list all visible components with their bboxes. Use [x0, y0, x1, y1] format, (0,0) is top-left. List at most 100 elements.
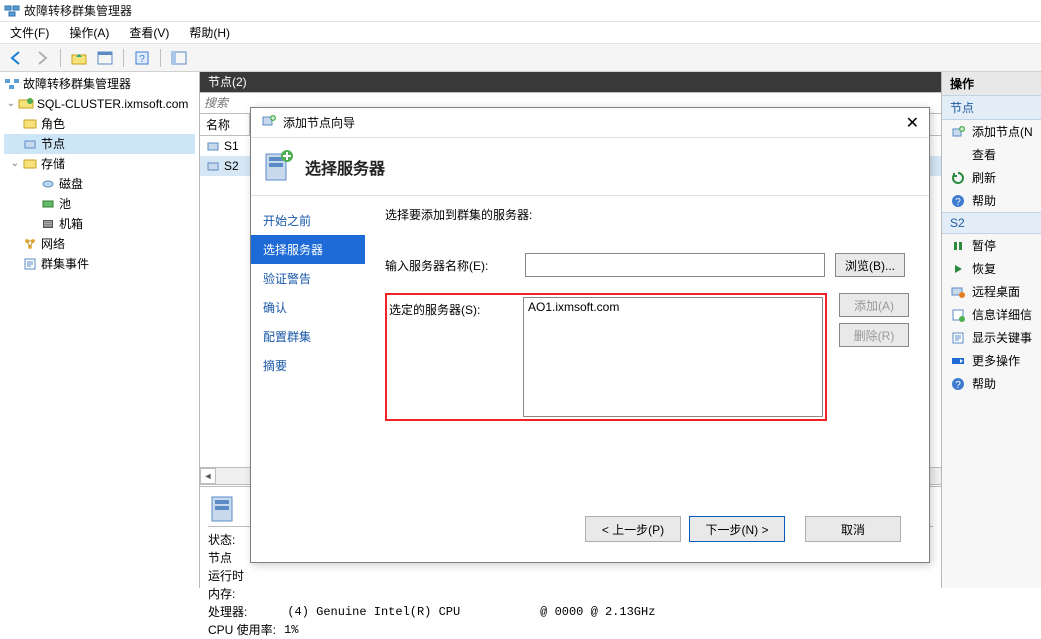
tree-storage-label: 存储	[41, 155, 65, 173]
separator	[123, 49, 124, 67]
action-info-detail[interactable]: 信息详细信	[942, 303, 1041, 326]
server-large-icon	[208, 495, 236, 523]
wizard-content: 选择要添加到群集的服务器: 输入服务器名称(E): 浏览(B)... 选定的服务…	[365, 196, 929, 496]
menu-view[interactable]: 查看(V)	[125, 22, 173, 43]
step-select-server[interactable]: 选择服务器	[251, 235, 365, 264]
browse-button[interactable]: 浏览(B)...	[835, 253, 905, 277]
cluster-icon	[18, 96, 34, 112]
step-confirm[interactable]: 确认	[251, 293, 365, 322]
action-refresh[interactable]: 刷新	[942, 166, 1041, 189]
enclosure-icon	[40, 216, 56, 232]
tree-root[interactable]: 故障转移群集管理器	[4, 74, 195, 94]
menu-file[interactable]: 文件(F)	[6, 22, 53, 43]
next-button[interactable]: 下一步(N) >	[689, 516, 785, 542]
svg-text:?: ?	[139, 54, 145, 65]
server-name-input[interactable]	[525, 253, 825, 277]
tree-disks[interactable]: 磁盘	[4, 174, 195, 194]
tree-cluster[interactable]: ⌄ SQL-CLUSTER.ixmsoft.com	[4, 94, 195, 114]
storage-icon	[22, 156, 38, 172]
tree-networks[interactable]: 网络	[4, 234, 195, 254]
add-button: 添加(A)	[839, 293, 909, 317]
help-icon: ?	[950, 376, 966, 392]
step-config[interactable]: 配置群集	[251, 322, 365, 351]
actions-title: 操作	[942, 72, 1041, 95]
tree-roles-label: 角色	[41, 115, 65, 133]
action-help2[interactable]: ? 帮助	[942, 372, 1041, 395]
selected-server-item[interactable]: AO1.ixmsoft.com	[528, 300, 818, 314]
server-name-row: 输入服务器名称(E): 浏览(B)...	[385, 253, 909, 283]
detail-memory: 内存:	[208, 585, 933, 603]
tree-nodes[interactable]: 节点	[4, 134, 195, 154]
pool-icon	[40, 196, 56, 212]
add-node-wizard-dialog: 添加节点向导 ✕ 选择服务器 开始之前 选择服务器 验证警告 确认 配置群集 摘…	[250, 107, 930, 563]
disk-icon	[40, 176, 56, 192]
back-button[interactable]: < 上一步(P)	[585, 516, 681, 542]
tree-storage[interactable]: ⌄ 存储	[4, 154, 195, 174]
menu-help[interactable]: 帮助(H)	[185, 22, 234, 43]
nodes-header: 节点(2)	[200, 72, 941, 92]
menu-action[interactable]: 操作(A)	[65, 22, 113, 43]
wizard-banner-title: 选择服务器	[305, 155, 385, 179]
tree-pools-label: 池	[59, 195, 71, 213]
wizard-footer: < 上一步(P) 下一步(N) > 取消	[251, 496, 929, 562]
wizard-body: 开始之前 选择服务器 验证警告 确认 配置群集 摘要 选择要添加到群集的服务器:…	[251, 196, 929, 496]
action-pause[interactable]: 暂停	[942, 234, 1041, 257]
detail-cpu: 处理器: (4) Genuine Intel(R) CPU @ 0000 @ 2…	[208, 603, 933, 621]
events-icon	[22, 256, 38, 272]
action-label: 恢复	[972, 260, 996, 277]
remote-desktop-icon	[950, 284, 966, 300]
remove-button: 删除(R)	[839, 323, 909, 347]
tree-roles[interactable]: 角色	[4, 114, 195, 134]
tree-pools[interactable]: 池	[4, 194, 195, 214]
step-validate[interactable]: 验证警告	[251, 264, 365, 293]
separator	[60, 49, 61, 67]
selected-servers-list[interactable]: AO1.ixmsoft.com	[523, 297, 823, 417]
action-resume[interactable]: 恢复	[942, 257, 1041, 280]
folder-up-icon[interactable]	[69, 48, 89, 68]
server-icon	[206, 159, 220, 173]
node-name: S2	[224, 159, 239, 173]
actions-section-s2: S2	[942, 212, 1041, 234]
separator	[160, 49, 161, 67]
help-icon[interactable]: ?	[132, 48, 152, 68]
tree-root-label: 故障转移群集管理器	[23, 75, 131, 93]
tree-enclosure-label: 机箱	[59, 215, 83, 233]
nodes-search-input[interactable]	[200, 94, 250, 112]
refresh-icon	[950, 170, 966, 186]
events-icon	[950, 330, 966, 346]
scroll-left-icon[interactable]: ◄	[200, 468, 216, 484]
expand-toggle[interactable]: ⌄	[8, 155, 22, 173]
tree-enclosure[interactable]: 机箱	[4, 214, 195, 234]
tree-disks-label: 磁盘	[59, 175, 83, 193]
action-label: 刷新	[972, 169, 996, 186]
action-help[interactable]: ? 帮助	[942, 189, 1041, 212]
detail-runtime: 运行时	[208, 567, 933, 585]
wizard-steps: 开始之前 选择服务器 验证警告 确认 配置群集 摘要	[251, 196, 365, 496]
action-critical-events[interactable]: 显示关键事	[942, 326, 1041, 349]
tree-events[interactable]: 群集事件	[4, 254, 195, 274]
expand-toggle[interactable]: ⌄	[4, 95, 18, 113]
back-icon[interactable]	[6, 48, 26, 68]
tree-nodes-label: 节点	[41, 135, 65, 153]
action-label: 显示关键事	[972, 329, 1032, 346]
action-add-node[interactable]: 添加节点(N	[942, 120, 1041, 143]
action-more[interactable]: 更多操作	[942, 349, 1041, 372]
server-name-label: 输入服务器名称(E):	[385, 253, 525, 274]
node-name: S1	[224, 139, 239, 153]
roles-icon	[22, 116, 38, 132]
select-server-icon	[261, 147, 295, 187]
col-name[interactable]: 名称	[200, 114, 250, 135]
cancel-button[interactable]: 取消	[805, 516, 901, 542]
forward-icon[interactable]	[32, 48, 52, 68]
panel-icon[interactable]	[95, 48, 115, 68]
close-icon[interactable]: ✕	[906, 113, 919, 133]
properties-icon[interactable]	[169, 48, 189, 68]
action-remote-desktop[interactable]: 远程桌面	[942, 280, 1041, 303]
step-summary[interactable]: 摘要	[251, 351, 365, 380]
action-label: 帮助	[972, 375, 996, 392]
server-icon	[206, 139, 220, 153]
tree-networks-label: 网络	[41, 235, 65, 253]
action-view[interactable]: 查看	[942, 143, 1041, 166]
step-before[interactable]: 开始之前	[251, 206, 365, 235]
view-icon	[950, 147, 966, 163]
